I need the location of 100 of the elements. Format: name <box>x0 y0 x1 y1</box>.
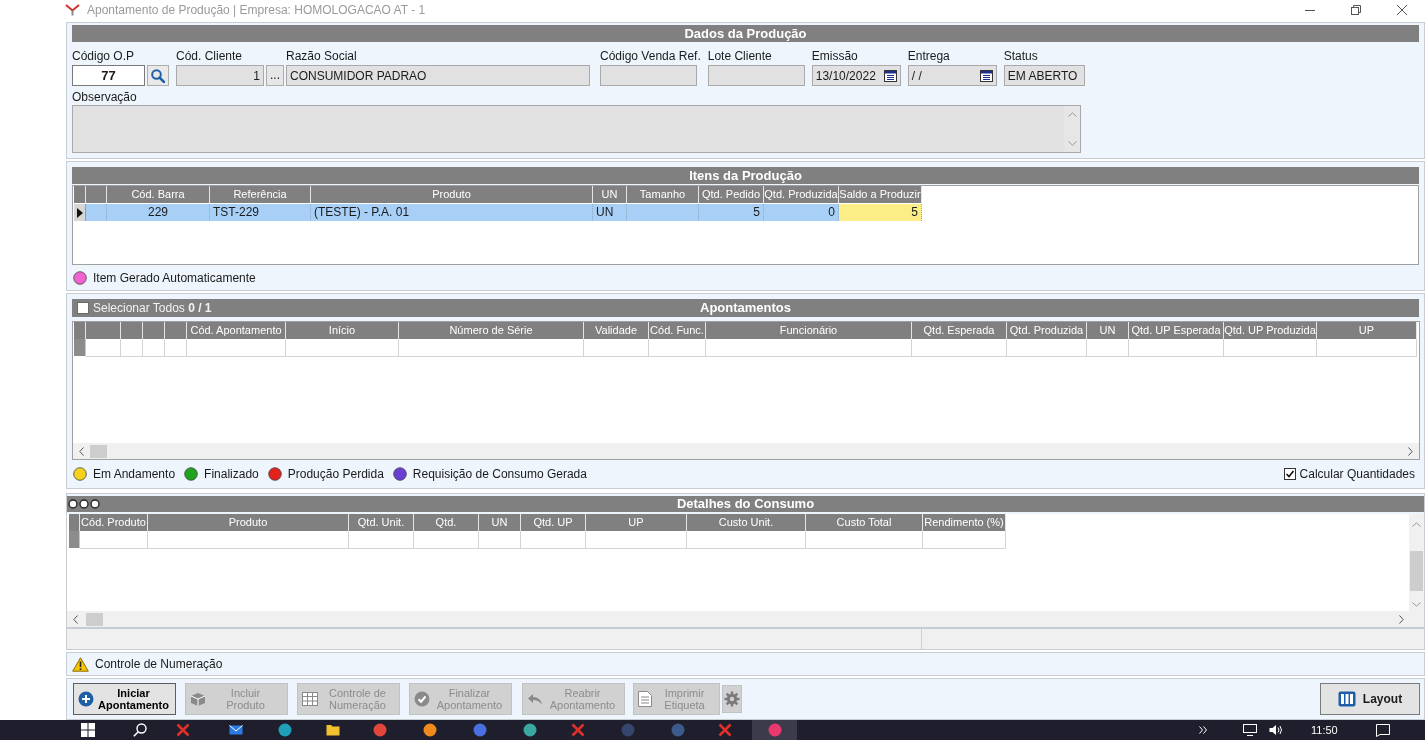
column-header[interactable]: Qtd. Produzida <box>1007 322 1087 339</box>
scrollbar-thumb[interactable] <box>90 444 107 458</box>
table-cell <box>1087 339 1129 357</box>
column-header[interactable]: Qtd. Pedido <box>699 186 764 203</box>
window-title: Apontamento de Produção | Empresa: HOMOLOGACAO AT - 1 <box>87 3 426 17</box>
input-field[interactable] <box>600 65 697 86</box>
box-icon <box>190 691 206 707</box>
column-header[interactable]: Funcionário <box>706 322 912 339</box>
checkbox[interactable] <box>1283 468 1296 480</box>
column-header[interactable]: Validade <box>584 322 649 339</box>
column-header[interactable]: Cód. Produto <box>80 514 148 531</box>
cross-icon[interactable] <box>176 723 190 737</box>
folder-icon[interactable] <box>326 723 340 737</box>
close-icon <box>1397 5 1407 15</box>
input-field[interactable]: 1 <box>176 65 264 86</box>
taskbar-button[interactable] <box>752 720 797 740</box>
table-row[interactable]: 229 TST-229 (TESTE) - P.A. 01 UN 5 0 5 <box>74 204 922 221</box>
table-icon <box>302 692 318 706</box>
calendar-icon[interactable] <box>883 69 897 82</box>
field-label: Cód. Cliente <box>176 49 243 63</box>
column-header[interactable]: Qtd. Produzida <box>764 186 839 203</box>
column-header[interactable]: Início <box>286 322 399 339</box>
input-field[interactable]: 77 <box>72 65 145 86</box>
column-header[interactable]: UN <box>479 514 521 531</box>
scrollbar-thumb[interactable] <box>86 612 103 626</box>
section-title: Dados da Produção <box>684 25 807 42</box>
app-icon[interactable] <box>278 723 292 737</box>
app-icon <box>767 723 782 737</box>
toolbar-button[interactable]: Iniciar Apontamento <box>73 683 176 715</box>
table-cell <box>80 531 148 549</box>
checkbox[interactable] <box>77 302 89 314</box>
table-cell <box>165 339 187 357</box>
table-cell <box>349 531 414 549</box>
search-button[interactable] <box>147 65 169 86</box>
gear-icon <box>724 691 740 707</box>
scroll-right-icon[interactable] <box>1399 614 1404 624</box>
document-icon <box>638 691 652 707</box>
column-header[interactable]: Qtd. UP Produzida <box>1224 322 1317 339</box>
column-header[interactable]: Qtd. Esperada <box>912 322 1007 339</box>
legend-label: Requisição de Consumo Gerada <box>412 467 587 481</box>
column-header[interactable]: Qtd. <box>414 514 479 531</box>
column-header[interactable]: Cód. Func. <box>649 322 706 339</box>
scrollbar-thumb[interactable] <box>1410 551 1423 591</box>
column-header[interactable]: Rendimento (%) <box>923 514 1006 531</box>
column-header[interactable]: Referência <box>210 186 311 203</box>
cross-icon[interactable] <box>571 723 585 737</box>
chevron-icon[interactable] <box>1199 726 1207 734</box>
scroll-left-icon[interactable] <box>79 446 84 456</box>
row-indicator <box>74 339 86 356</box>
envelope-icon[interactable] <box>229 723 243 737</box>
app-icon[interactable] <box>423 723 437 737</box>
speaker-icon[interactable] <box>1269 724 1283 736</box>
search-icon[interactable] <box>133 723 147 737</box>
clock[interactable]: 11:50 <box>1311 723 1338 737</box>
column-header[interactable]: Saldo a Produzir <box>839 186 922 203</box>
column-header[interactable]: Cód. Barra <box>107 186 210 203</box>
back-arrow-icon <box>527 692 543 706</box>
settings-button[interactable] <box>722 685 742 713</box>
app-icon[interactable] <box>373 723 387 737</box>
input-field[interactable] <box>707 65 805 86</box>
notification-icon[interactable] <box>1375 723 1390 737</box>
monitor-icon[interactable] <box>1243 724 1257 736</box>
column-header[interactable]: Tamanho <box>627 186 699 203</box>
column-header[interactable]: UN <box>593 186 627 203</box>
table-cell: 5 <box>699 204 764 221</box>
column-header <box>143 322 165 339</box>
column-header[interactable]: UP <box>1317 322 1417 339</box>
column-header[interactable]: Custo Total <box>806 514 923 531</box>
squares-icon[interactable] <box>81 723 95 737</box>
column-header[interactable]: Produto <box>311 186 593 203</box>
column-header[interactable]: Qtd. UP Esperada <box>1129 322 1224 339</box>
column-header[interactable]: Número de Série <box>399 322 584 339</box>
column-header[interactable]: Custo Unit. <box>687 514 806 531</box>
cross-icon[interactable] <box>718 723 732 737</box>
date-field[interactable]: 13/10/2022 <box>811 65 901 86</box>
column-header[interactable]: Cód. Apontamento <box>187 322 286 339</box>
app-icon[interactable] <box>523 723 537 737</box>
column-header[interactable]: Qtd. Unit. <box>349 514 414 531</box>
column-header[interactable]: Qtd. UP <box>521 514 586 531</box>
logo-icon <box>65 4 80 16</box>
calendar-icon[interactable] <box>979 69 993 82</box>
checkbox-label[interactable]: Calcular Quantidades <box>1299 467 1415 481</box>
lookup-button[interactable]: ... <box>266 65 284 86</box>
scroll-left-icon[interactable] <box>73 614 78 624</box>
minimize-icon <box>1305 9 1315 11</box>
field-label: Razão Social <box>286 49 357 63</box>
input-field[interactable]: EM ABERTO <box>1003 65 1085 86</box>
legend-label: Produção Perdida <box>287 467 384 481</box>
column-header[interactable]: Produto <box>148 514 349 531</box>
app-icon[interactable] <box>473 723 487 737</box>
checkbox-label[interactable]: Selecionar Todos 0 / 1 <box>93 301 212 315</box>
scroll-right-icon[interactable] <box>1408 446 1413 456</box>
layout-button[interactable]: Layout <box>1320 683 1420 715</box>
date-field[interactable]: / / <box>907 65 997 86</box>
column-header[interactable]: UP <box>586 514 687 531</box>
column-header[interactable]: UN <box>1087 322 1129 339</box>
input-field[interactable]: CONSUMIDOR PADRAO <box>286 65 590 86</box>
dots-icon[interactable] <box>68 499 100 509</box>
table-cell <box>121 339 143 357</box>
field-label: Código O.P <box>72 49 135 63</box>
